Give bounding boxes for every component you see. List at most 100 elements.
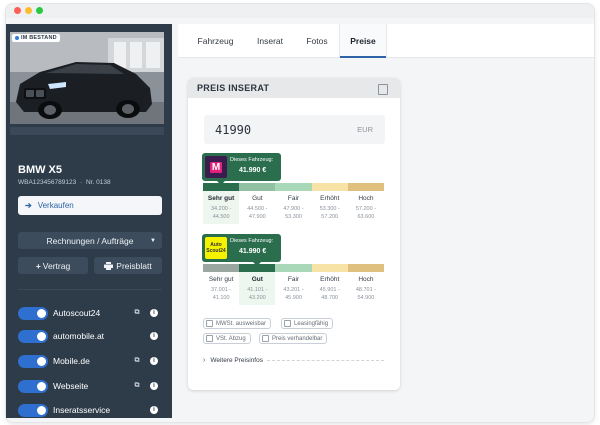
channel-label: Autoscout24 bbox=[53, 308, 101, 318]
rating-segment bbox=[203, 264, 240, 272]
channel-toggle[interactable] bbox=[18, 403, 48, 417]
checkbox-icon bbox=[284, 320, 291, 327]
rating-range: 44.500 - 47.900 bbox=[239, 205, 275, 221]
vehicle-vin: WBA123456789123 bbox=[18, 179, 77, 186]
toggle-knob bbox=[37, 356, 46, 366]
info-icon[interactable]: i bbox=[150, 309, 158, 317]
range-to: 45.900 bbox=[285, 295, 302, 301]
vehicle-identifiers: WBA123456789123 · Nr. 0138 bbox=[18, 179, 111, 186]
price-card-title: PREIS INSERAT bbox=[197, 83, 270, 93]
price-rating-bar bbox=[203, 264, 385, 272]
price-currency: EUR bbox=[357, 125, 373, 134]
photo-thumbnail-strip bbox=[10, 127, 164, 135]
channel-toggle[interactable] bbox=[18, 379, 48, 393]
rating-range: 41.101 - 43.200 bbox=[239, 286, 275, 302]
info-icon[interactable]: i bbox=[150, 406, 158, 414]
platform-logo-text: M bbox=[209, 161, 223, 173]
vehicle-photo[interactable]: IM BESTAND bbox=[10, 32, 164, 124]
range-from: 47.900 - bbox=[283, 206, 304, 212]
price-value: 41990 bbox=[215, 122, 252, 137]
checkbox-icon bbox=[206, 335, 213, 342]
status-dot-icon bbox=[15, 36, 19, 40]
calculator-icon[interactable] bbox=[378, 84, 388, 95]
option-checkbox[interactable]: MWSt. ausweisbar bbox=[203, 318, 272, 329]
rating-column: Hoch 57.200 - 63.600 bbox=[348, 191, 384, 224]
info-icon[interactable]: i bbox=[150, 332, 158, 340]
option-label: Preis verhandelbar bbox=[272, 335, 323, 342]
rating-segment bbox=[239, 264, 276, 272]
toggle-knob bbox=[37, 331, 46, 341]
maximize-window-dot[interactable] bbox=[36, 7, 43, 14]
rating-segment bbox=[203, 183, 240, 191]
invoices-dropdown-label: Rechnungen / Aufträge bbox=[46, 235, 134, 246]
channel-label: Mobile.de bbox=[53, 356, 90, 366]
tooltip-title: Dieses Fahrzeug: bbox=[230, 238, 274, 244]
invoices-dropdown[interactable]: Rechnungen / Aufträge ▼ bbox=[18, 232, 162, 249]
info-icon[interactable]: i bbox=[150, 357, 158, 365]
tab-fahrzeug[interactable]: Fahrzeug bbox=[188, 24, 243, 57]
price-flyer-button-label: Preisblatt bbox=[116, 260, 152, 271]
range-from: 57.200 - bbox=[355, 206, 376, 212]
rating-column: Sehr gut 37.001 - 41.100 bbox=[203, 272, 239, 305]
external-link-icon[interactable]: ⧉ bbox=[131, 309, 143, 317]
more-price-info-label: Weitere Preisinfos bbox=[210, 357, 263, 364]
tab-preise[interactable]: Preise bbox=[339, 24, 387, 58]
rating-label: Gut bbox=[251, 276, 263, 283]
external-link-icon[interactable]: ⧉ bbox=[131, 357, 143, 365]
rating-label: Hoch bbox=[358, 276, 374, 283]
tooltip-value: 41.990 € bbox=[239, 248, 267, 255]
range-from: 41.101 - bbox=[247, 287, 268, 293]
toggle-knob bbox=[37, 405, 46, 415]
rating-label: Fair bbox=[287, 276, 300, 283]
contract-button[interactable]: + Vertrag bbox=[18, 257, 88, 274]
rating-label: Hoch bbox=[358, 195, 374, 202]
info-icon[interactable]: i bbox=[150, 382, 158, 390]
rating-column: Gut 44.500 - 47.900 bbox=[239, 191, 275, 224]
option-checkbox[interactable]: Leasingfähig bbox=[281, 318, 334, 329]
rating-column: Fair 43.201 - 45.900 bbox=[275, 272, 311, 305]
rating-range: 57.200 - 63.600 bbox=[348, 205, 384, 221]
platform-logo-icon: Auto Scout24 bbox=[205, 237, 227, 259]
rating-column: Sehr gut 34.200 - 44.500 bbox=[203, 191, 240, 224]
rating-column: Gut 41.101 - 43.200 bbox=[239, 272, 276, 305]
rating-label: Sehr gut bbox=[208, 276, 234, 283]
range-from: 37.001 - bbox=[211, 287, 232, 293]
vehicle-number: Nr. 0138 bbox=[85, 179, 111, 186]
option-checkbox[interactable]: Preis verhandelbar bbox=[259, 333, 328, 344]
rating-label: Fair bbox=[287, 195, 300, 202]
option-label: MWSt. ausweisbar bbox=[216, 320, 267, 327]
channel-toggle[interactable] bbox=[18, 306, 48, 320]
tab-inserat[interactable]: Inserat bbox=[248, 24, 292, 57]
tooltip-title: Dieses Fahrzeug: bbox=[230, 157, 274, 163]
in-stock-badge: IM BESTAND bbox=[12, 34, 60, 42]
checkbox-icon bbox=[262, 335, 269, 342]
rating-range: 47.900 - 53.300 bbox=[275, 205, 311, 221]
tab-fotos[interactable]: Fotos bbox=[295, 24, 339, 57]
dashed-divider bbox=[266, 360, 384, 361]
minimize-window-dot[interactable] bbox=[25, 7, 32, 14]
channel-toggle[interactable] bbox=[18, 354, 48, 368]
price-rating-bar bbox=[203, 183, 385, 191]
more-price-info-toggle[interactable]: › Weitere Preisinfos bbox=[203, 357, 384, 364]
channel-label: automobile.at bbox=[53, 331, 105, 341]
option-checkbox[interactable]: VSt. Abzug bbox=[203, 333, 251, 344]
checkbox-icon bbox=[206, 320, 213, 327]
external-link-icon[interactable]: ⧉ bbox=[131, 382, 143, 390]
vehicle-price-tooltip: M Dieses Fahrzeug: 41.990 € bbox=[202, 153, 281, 185]
range-to: 47.900 bbox=[248, 214, 266, 220]
platform-logo-icon: M bbox=[205, 156, 227, 178]
range-from: 43.201 - bbox=[283, 287, 304, 293]
rating-column: Hoch 48.701 - 54.900 bbox=[348, 272, 384, 305]
close-window-dot[interactable] bbox=[14, 7, 21, 14]
vehicle-tabs: Fahrzeug Inserat Fotos Preise bbox=[178, 24, 594, 58]
rating-column: Erhöht 45.901 - 48.700 bbox=[312, 272, 348, 305]
toggle-knob bbox=[37, 308, 46, 318]
sell-button[interactable]: ➔ Verkaufen bbox=[18, 196, 162, 215]
tooltip-value: 41.990 € bbox=[239, 167, 267, 174]
price-flyer-button[interactable]: Preisblatt bbox=[94, 257, 162, 274]
channel-label: Webseite bbox=[53, 381, 89, 391]
price-listing-card: PREIS INSERAT 41990 EUR M Dieses Fahrzeug… bbox=[188, 78, 400, 390]
channel-toggle[interactable] bbox=[18, 329, 48, 343]
arrow-right-icon: ➔ bbox=[25, 201, 32, 210]
price-input[interactable]: 41990 EUR bbox=[204, 115, 385, 144]
